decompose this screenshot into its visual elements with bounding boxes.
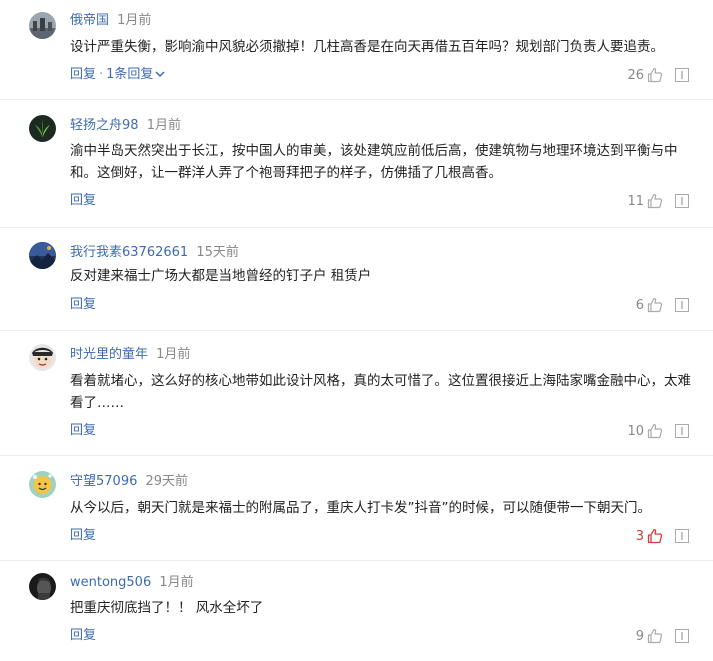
comment-time: 1月前 (159, 575, 194, 590)
like-count: 10 (627, 423, 644, 439)
reply-button[interactable]: 回复 (70, 193, 96, 208)
comment-time: 29天前 (145, 474, 189, 489)
avatar[interactable] (29, 115, 56, 142)
comment-meta: 时光里的童年 1月前 (70, 346, 190, 364)
reply-button[interactable]: 回复 (70, 528, 96, 543)
separator-dot: · (99, 67, 104, 82)
comment-time: 1月前 (146, 118, 181, 133)
comment-item: 时光里的童年 1月前 看着就堵心，这么好的核心地带如此设计风格，真的太可惜了。这… (0, 331, 713, 456)
thumbs-up-icon[interactable] (647, 628, 663, 644)
avatar[interactable] (29, 471, 56, 498)
comment-item: 俄帝国 1月前 设计严重失衡，影响渝中风貌必须撤掉！几柱高香是在向天再借五百年吗… (0, 0, 713, 100)
replies-count: 1条回复 (106, 67, 154, 82)
report-icon[interactable] (675, 424, 689, 438)
thumbs-up-icon[interactable] (647, 67, 663, 83)
report-icon[interactable] (675, 68, 689, 82)
like-count: 9 (635, 628, 644, 644)
comment-actions: 回复 · 1条回复 (70, 66, 165, 84)
comment-item: wentong506 1月前 把重庆彻底挡了！！ 风水全坏了 回复 9 (0, 561, 713, 661)
comment-stats: 11 (627, 192, 689, 210)
comment-item: 轻扬之舟98 1月前 渝中半岛天然突出于长江，按中国人的审美，该处建筑应前低后高… (0, 100, 713, 228)
comment-content: 反对建来福士广场大都是当地曾经的钉子户 租赁户 (70, 268, 372, 284)
username-link[interactable]: 俄帝国 (70, 13, 109, 28)
comment-meta: wentong506 1月前 (70, 574, 194, 592)
comment-stats: 9 (636, 627, 689, 645)
comment-content: 设计严重失衡，影响渝中风貌必须撤掉！几柱高香是在向天再借五百年吗？规划部门负责人… (70, 39, 664, 55)
comment-content: 看着就堵心，这么好的核心地带如此设计风格，真的太可惜了。这位置很接近上海陆家嘴金… (70, 373, 691, 411)
like-count: 26 (627, 67, 644, 83)
avatar[interactable] (29, 573, 56, 600)
comment-item: 我行我素63762661 15天前 反对建来福士广场大都是当地曾经的钉子户 租赁… (0, 228, 713, 331)
avatar[interactable] (29, 344, 56, 371)
comment-actions: 回复 (70, 527, 96, 545)
thumbs-up-icon[interactable] (647, 423, 663, 439)
thumbs-up-icon[interactable] (647, 528, 663, 544)
comment-actions: 回复 (70, 627, 96, 645)
reply-button[interactable]: 回复 (70, 423, 96, 438)
comment-stats: 26 (627, 66, 689, 84)
comment-meta: 我行我素63762661 15天前 (70, 244, 239, 262)
comment-time: 1月前 (156, 347, 191, 362)
thumbs-up-icon[interactable] (647, 193, 663, 209)
comment-time: 1月前 (117, 13, 152, 28)
avatar[interactable] (29, 12, 56, 39)
comment-meta: 守望57096 29天前 (70, 473, 188, 491)
comment-actions: 回复 (70, 296, 96, 314)
avatar[interactable] (29, 242, 56, 269)
username-link[interactable]: 轻扬之舟98 (70, 118, 139, 133)
reply-button[interactable]: 回复 (70, 628, 96, 643)
like-count: 11 (627, 193, 644, 209)
like-count: 6 (635, 297, 644, 313)
username-link[interactable]: wentong506 (70, 575, 151, 590)
comment-stats: 3 (636, 527, 689, 545)
comment-meta: 轻扬之舟98 1月前 (70, 117, 181, 135)
username-link[interactable]: 我行我素63762661 (70, 245, 188, 260)
comment-item: 守望57096 29天前 从今以后，朝天门就是来福士的附属品了，重庆人打卡发”抖… (0, 456, 713, 561)
report-icon[interactable] (675, 194, 689, 208)
comment-stats: 6 (636, 296, 689, 314)
reply-button[interactable]: 回复 (70, 67, 96, 82)
report-icon[interactable] (675, 629, 689, 643)
report-icon[interactable] (675, 529, 689, 543)
reply-button[interactable]: 回复 (70, 297, 96, 312)
comment-content: 渝中半岛天然突出于长江，按中国人的审美，该处建筑应前低后高，使建筑物与地理环境达… (70, 143, 678, 181)
thumbs-up-icon[interactable] (647, 297, 663, 313)
view-replies-link[interactable]: 1条回复 (106, 67, 165, 82)
comment-meta: 俄帝国 1月前 (70, 12, 151, 30)
comment-time: 15天前 (196, 245, 239, 260)
username-link[interactable]: 守望57096 (70, 474, 137, 489)
comment-content: 把重庆彻底挡了！！ 风水全坏了 (70, 600, 264, 616)
comment-actions: 回复 (70, 192, 96, 210)
comment-content: 从今以后，朝天门就是来福士的附属品了，重庆人打卡发”抖音”的时候，可以随便带一下… (70, 500, 651, 516)
like-count: 3 (635, 528, 644, 544)
report-icon[interactable] (675, 298, 689, 312)
chevron-down-icon (155, 71, 165, 78)
comment-stats: 10 (627, 422, 689, 440)
username-link[interactable]: 时光里的童年 (70, 347, 148, 362)
comment-actions: 回复 (70, 422, 96, 440)
